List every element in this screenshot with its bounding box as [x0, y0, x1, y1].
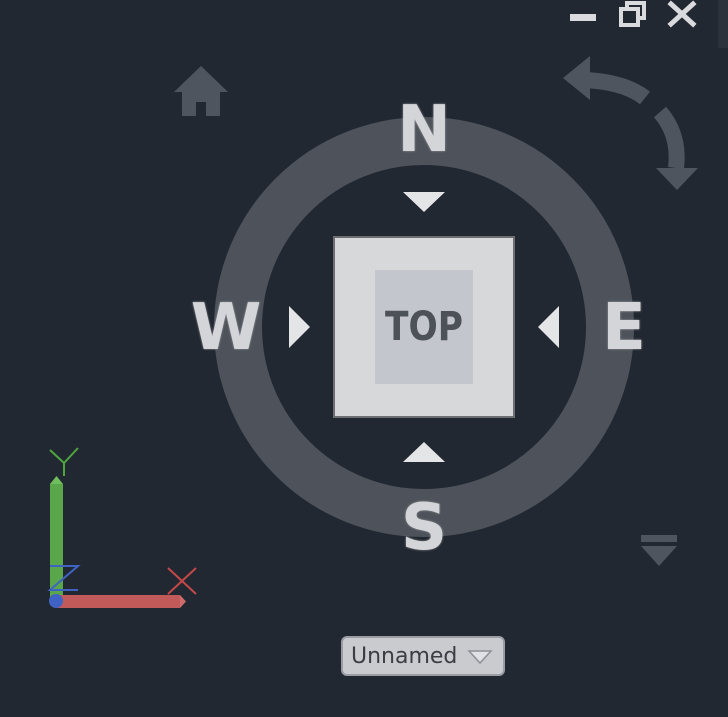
- view-rotate-west-arrow[interactable]: [289, 306, 310, 348]
- compass-west-label[interactable]: W: [188, 296, 264, 360]
- view-rotate-east-arrow[interactable]: [538, 306, 559, 348]
- coordinate-system-dropdown[interactable]: Unnamed: [341, 636, 505, 676]
- ucs-icon: [47, 447, 197, 608]
- viewcube-face-top[interactable]: TOP: [374, 270, 474, 384]
- view-rotate-south-arrow[interactable]: [403, 442, 445, 462]
- view-rotate-north-arrow[interactable]: [403, 192, 445, 212]
- rotate-arrow-icon[interactable]: [563, 56, 698, 190]
- viewcube-menu-icon[interactable]: [641, 535, 677, 566]
- z-axis-origin: [49, 594, 63, 608]
- coordinate-system-selected: Unnamed: [351, 643, 458, 669]
- x-axis-icon: [167, 567, 197, 595]
- x-axis-bar: [56, 595, 180, 608]
- compass-south-label[interactable]: S: [394, 496, 454, 560]
- compass-east-label[interactable]: E: [594, 296, 654, 360]
- home-icon[interactable]: [174, 66, 228, 116]
- compass-north-label[interactable]: N: [394, 98, 454, 162]
- y-axis-bar: [50, 484, 63, 600]
- chevron-down-icon: [467, 650, 493, 665]
- y-axis-icon: [49, 447, 79, 476]
